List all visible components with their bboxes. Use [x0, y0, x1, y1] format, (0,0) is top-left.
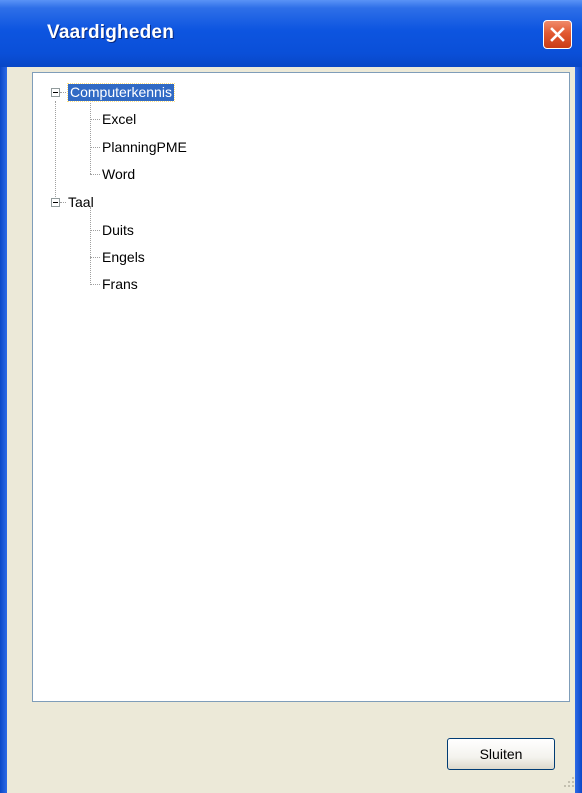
collapse-toggle-computerkennis[interactable]: [51, 88, 60, 97]
tree-line: [90, 207, 91, 285]
close-window-button[interactable]: [543, 20, 572, 49]
tree-node-word[interactable]: Word: [102, 166, 135, 183]
tree-node-duits[interactable]: Duits: [102, 222, 134, 239]
collapse-toggle-taal[interactable]: [51, 198, 60, 207]
window-title: Vaardigheden: [47, 22, 174, 43]
title-bar[interactable]: Vaardigheden: [0, 0, 582, 67]
close-button[interactable]: Sluiten: [447, 738, 555, 770]
resize-grip-icon[interactable]: [562, 775, 576, 789]
tree-node-engels[interactable]: Engels: [102, 249, 145, 266]
tree-line: [90, 257, 100, 258]
tree-node-frans[interactable]: Frans: [102, 276, 138, 293]
close-icon: [550, 27, 565, 42]
tree-line: [60, 92, 66, 93]
window-frame-left: [0, 67, 7, 793]
tree-node-computerkennis[interactable]: Computerkennis: [67, 83, 175, 102]
tree-line: [90, 174, 100, 175]
tree-line: [90, 284, 100, 285]
tree-line: [90, 101, 91, 174]
dialog-window: Vaardigheden Computerkennis Excel Planni…: [0, 0, 582, 793]
tree-line: [90, 119, 100, 120]
tree-node-excel[interactable]: Excel: [102, 111, 136, 128]
skills-tree-view[interactable]: Computerkennis Excel PlanningPME Word Ta…: [32, 72, 570, 702]
tree-node-taal[interactable]: Taal: [68, 194, 94, 211]
window-frame-right: [575, 67, 582, 793]
tree-line: [90, 147, 100, 148]
tree-line: [60, 202, 66, 203]
tree-node-planningpme[interactable]: PlanningPME: [102, 139, 187, 156]
tree-line: [90, 230, 100, 231]
tree-line: [55, 101, 56, 197]
